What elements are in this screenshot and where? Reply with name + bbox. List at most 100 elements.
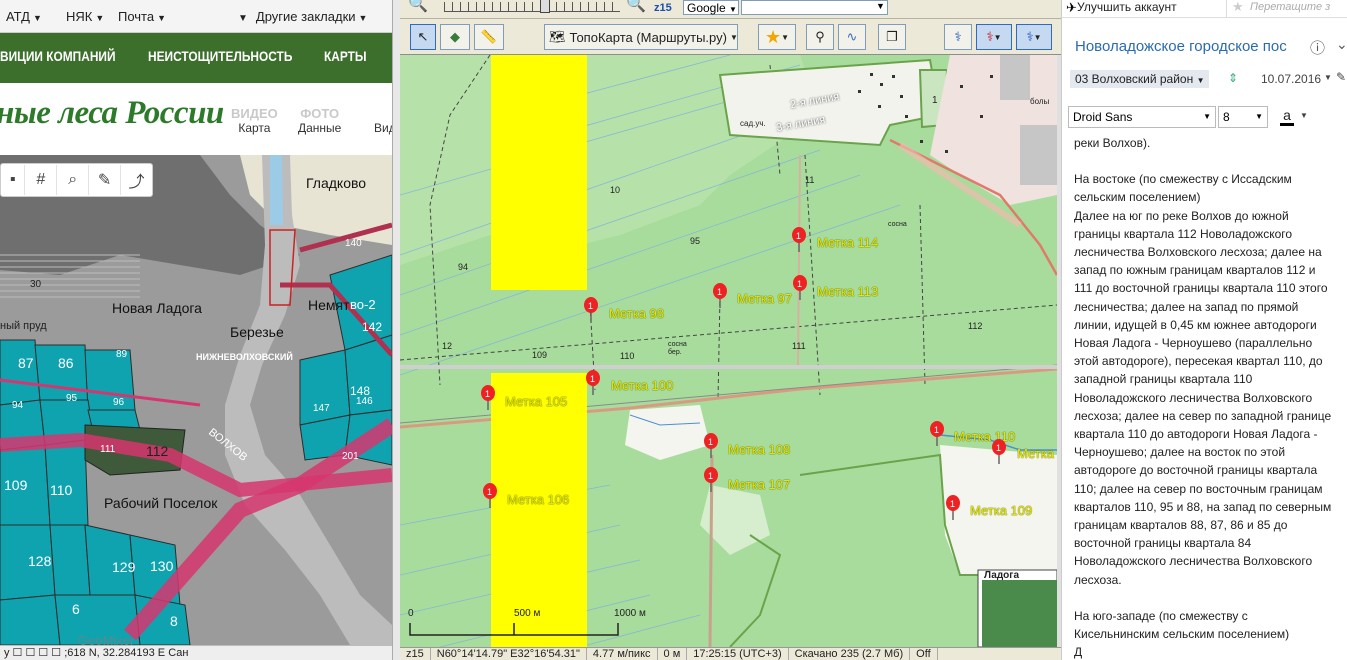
map-pin-icon[interactable]: 1	[703, 433, 719, 459]
add-mark-button[interactable]: ⚲	[806, 24, 834, 50]
quarter-number: 112	[968, 321, 983, 331]
zoom-area-icon[interactable]: ⌕	[56, 165, 88, 195]
layers-icon[interactable]: ▪	[1, 165, 24, 195]
chevron-down-icon: ▼	[781, 32, 790, 42]
quarter-number: 110	[620, 351, 635, 361]
gps-button[interactable]: ⚕	[944, 24, 972, 50]
quarter-number: 11	[805, 175, 815, 185]
topo-map-canvas	[400, 55, 1057, 647]
quarter-number: 94	[12, 400, 24, 411]
notebook-tag[interactable]: 03 Волховский район ▼	[1070, 70, 1210, 88]
drag-target[interactable]: Перетащите з	[1250, 1, 1330, 13]
mark-label[interactable]: Метка	[1017, 446, 1054, 461]
map-pin-icon[interactable]: 1	[991, 439, 1007, 465]
bookmark-nyak[interactable]: НЯК ▼	[66, 9, 104, 24]
reminder-icon[interactable]: ⇕	[1228, 71, 1238, 85]
map-pin-icon[interactable]: 1	[792, 275, 808, 301]
pin-icon[interactable]: ✎	[88, 165, 120, 195]
zoom-in-icon[interactable]: 🔍	[626, 0, 646, 14]
status-zoom: z15	[400, 648, 431, 660]
gps-center-button[interactable]: ⚕ ▼	[1016, 24, 1052, 50]
chevron-down-icon[interactable]: ▼	[1324, 73, 1332, 82]
quarter-number: 111	[792, 341, 806, 351]
search-engine-select[interactable]: Google ▼	[683, 0, 739, 15]
zoom-level: z15	[654, 2, 672, 14]
svg-text:1: 1	[485, 389, 490, 399]
mark-label[interactable]: Метка 113	[817, 284, 878, 299]
mark-label[interactable]: Метка 106	[507, 492, 569, 507]
quarter-number: 146	[356, 396, 373, 407]
header-link-data[interactable]: ФОТО Данные	[298, 107, 341, 136]
quarter-number: 109	[532, 350, 548, 360]
improve-account-link[interactable]: Улучшить аккаунт	[1077, 0, 1177, 14]
gps-track-button[interactable]: ⚕ ▼	[976, 24, 1012, 50]
map-pin-icon[interactable]: 1	[712, 283, 728, 309]
zoom-slider-handle[interactable]	[540, 0, 550, 13]
star-icon[interactable]: ★	[1232, 0, 1244, 15]
map-pin-icon[interactable]: 1	[583, 297, 599, 323]
notes-button[interactable]: ❐	[878, 24, 906, 50]
chevron-down-icon[interactable]: ▼	[876, 1, 885, 11]
mark-label[interactable]: Метка 114	[817, 235, 878, 250]
quarter-number: 110	[50, 482, 73, 498]
edit-icon[interactable]: ✎	[1336, 70, 1346, 84]
ruler-button[interactable]: 📏	[474, 24, 504, 50]
quarter-number: 112	[146, 443, 169, 459]
bookmark-mail[interactable]: Почта ▼	[118, 9, 166, 24]
mark-label[interactable]: Метка 97	[737, 291, 792, 306]
status-resolution: 4.77 м/пикс	[587, 648, 658, 660]
map-pin-icon[interactable]: 1	[480, 385, 496, 411]
note-title[interactable]: Новоладожское городское пос	[1075, 38, 1297, 55]
map-label-berezye: Березье	[230, 324, 284, 340]
quarter-number: 87	[18, 355, 34, 371]
map-pin-icon[interactable]: 1	[945, 495, 961, 521]
header-link-map[interactable]: ВИДЕО Карта	[231, 107, 278, 136]
map-pin-icon[interactable]: 1	[585, 370, 601, 396]
mark-label[interactable]: Метка 109	[970, 503, 1032, 518]
nav-item-companies[interactable]: ВИЦИИ КОМПАНИЙ	[0, 48, 116, 64]
font-family-select[interactable]: Droid Sans ▼	[1068, 106, 1216, 128]
map-pin-icon[interactable]: 1	[482, 483, 498, 509]
bookmark-atd[interactable]: АТД ▼	[6, 9, 42, 24]
topo-map[interactable]: 2-я линия 3-я линия сад.уч. 10 11 94 95 …	[400, 55, 1057, 647]
info-icon[interactable]: ⓘ	[1310, 37, 1325, 58]
mark-label[interactable]: Метка 98	[609, 306, 664, 321]
note-paragraph: На востоке (по смежеству с Иссадским сел…	[1074, 172, 1332, 587]
bookmark-other[interactable]: ▼ Другие закладки ▼	[238, 9, 367, 24]
site-logo[interactable]: ные леса России	[0, 95, 224, 132]
map-pin-icon[interactable]: 1	[929, 421, 945, 447]
grid-icon[interactable]: #	[24, 165, 56, 195]
map-source-select[interactable]: 🗺 ТопоКарта (Маршруты.ру) ▼	[544, 24, 738, 50]
select-tool-button[interactable]: ↖	[410, 24, 436, 50]
map-toolbar: ▪ # ⌕ ✎ ⤴	[0, 163, 153, 197]
svg-text:1: 1	[797, 279, 802, 289]
quarter-number: 10	[610, 185, 621, 195]
nav-item-sustainability[interactable]: НЕИСТОЩИТЕЛЬНОСТЬ	[148, 48, 292, 64]
mark-label[interactable]: Метка 105	[505, 394, 567, 409]
favorites-button[interactable]: ★ ▼	[758, 24, 796, 50]
font-size-select[interactable]: 8 ▼	[1218, 106, 1268, 128]
chevron-down-icon[interactable]: ▼	[1300, 111, 1308, 120]
mark-label[interactable]: Метка 108	[728, 442, 790, 457]
svg-text:1: 1	[996, 443, 1001, 453]
search-input[interactable]	[741, 0, 888, 15]
note-body[interactable]: реки Волхов). На востоке (по смежеству с…	[1074, 134, 1336, 660]
map-pin-icon[interactable]: 1	[791, 227, 807, 253]
share-icon[interactable]: ⤴	[120, 165, 152, 195]
forest-map[interactable]: Гладково Новая Ладога Березье Немят во-2…	[0, 155, 392, 645]
mark-label[interactable]: Метка 100	[611, 378, 673, 393]
add-path-button[interactable]: ∿	[838, 24, 866, 50]
text-color-button[interactable]: a	[1280, 107, 1294, 126]
more-icon[interactable]: ⌄	[1336, 36, 1347, 53]
map-pin-icon[interactable]: 1	[703, 467, 719, 493]
header-link-view[interactable]: Вид	[374, 121, 392, 135]
layers-button[interactable]: ◆	[440, 24, 470, 50]
divider	[1226, 0, 1227, 18]
nav-item-maps[interactable]: КАРТЫ	[324, 48, 367, 64]
mark-label[interactable]: Метка 107	[728, 477, 790, 492]
quarter-number: 142	[362, 320, 383, 334]
zoom-slider[interactable]	[444, 2, 620, 12]
quarter-number: 12	[442, 341, 453, 351]
zoom-out-icon[interactable]: 🔍	[408, 0, 428, 14]
left-scrollbar[interactable]	[392, 0, 400, 660]
